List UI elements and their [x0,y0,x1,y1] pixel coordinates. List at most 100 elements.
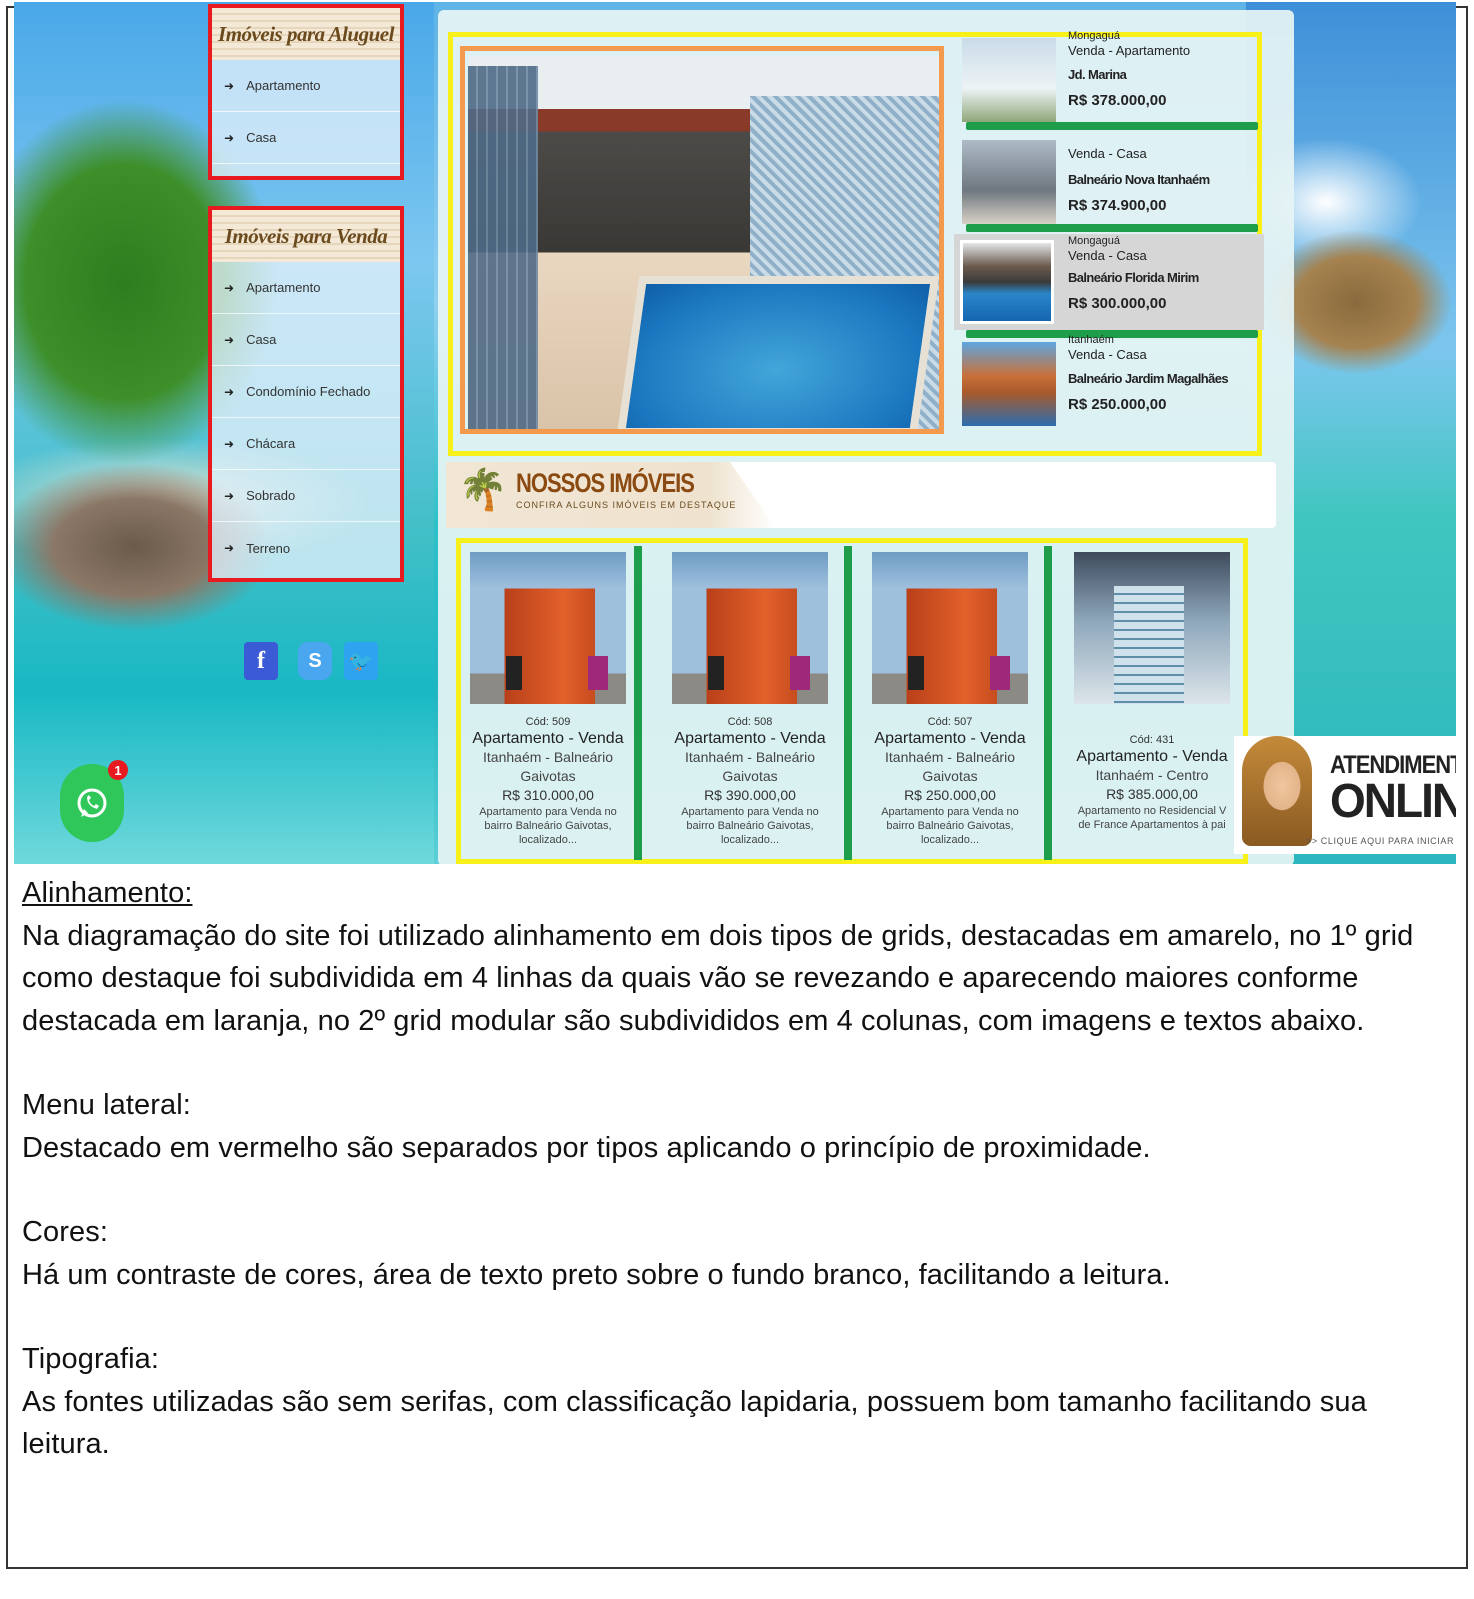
featured-location: Balneário Nova Itanhaém [1068,172,1210,187]
divider-green [966,122,1258,130]
property-code: Cód: 431 [1129,734,1175,746]
featured-price: R$ 374.900,00 [1068,197,1167,214]
paragraph-cores: Há um contraste de cores, área de texto … [22,1258,1171,1291]
paragraph-menu-lateral: Destacado em vermelho são separados por … [22,1131,1151,1164]
main-content: Mongaguá Venda - Apartamento Jd. Marina … [438,10,1294,864]
property-card[interactable]: Cód: 509 Apartamento - Venda Itanhaém - … [460,544,636,862]
nossos-subtitle: CONFIRA ALGUNS IMÓVEIS EM DESTAQUE [516,500,737,510]
featured-type: Venda - Casa [1068,347,1147,362]
divider-green [966,224,1258,232]
menu-sale-item-apartamento[interactable]: ➜ Apartamento [212,262,400,314]
menu-sale-title: Imóveis para Venda [212,210,400,262]
featured-item[interactable]: Venda - Casa Balneário Nova Itanhaém R$ … [958,136,1264,238]
heading-alinhamento: Alinhamento: [22,877,193,909]
online-label: ONLINE [1330,773,1456,828]
menu-sale-item-chacara[interactable]: ➜ Chácara [212,418,400,470]
paragraph-alinhamento: Na diagramação do site foi utilizado ali… [22,919,1414,1037]
featured-price: R$ 378.000,00 [1068,92,1167,109]
featured-price: R$ 300.000,00 [1068,295,1167,312]
twitter-icon[interactable]: 🐦 [344,642,378,680]
featured-type: Venda - Apartamento [1068,43,1191,58]
facebook-icon[interactable]: f [244,642,278,680]
featured-thumb [962,140,1056,224]
menu-item-label: Condomínio Fechado [246,384,371,399]
palm-tree-icon: 🌴 [458,468,508,512]
property-card[interactable]: Cód: 508 Apartamento - Venda Itanhaém - … [662,544,838,862]
property-description: de France Apartamentos à pai [1078,819,1226,831]
menu-item-label: Casa [246,130,277,145]
arrow-right-icon: ➜ [224,541,235,555]
property-location: Gaivotas [722,768,778,784]
menu-rent-title: Imóveis para Aluguel [212,8,400,60]
property-code: Cód: 509 [525,716,571,728]
menu-item-label: Terreno [246,540,291,556]
arrow-right-icon: ➜ [224,436,235,451]
property-description: bairro Balneário Gaivotas, [886,820,1014,832]
menu-sale-item-casa[interactable]: ➜ Casa [212,314,400,366]
menu-item-label: Sobrado [246,488,296,503]
featured-item[interactable]: Mongaguá Venda - Apartamento Jd. Marina … [958,31,1264,136]
divider-green-vertical [844,546,852,860]
property-card[interactable]: Cód: 507 Apartamento - Venda Itanhaém - … [862,544,1038,862]
arrow-right-icon: ➜ [224,332,235,347]
featured-location: Balneário Florida Mirim [1068,270,1199,285]
menu-rent-item-apartamento[interactable]: ➜ Apartamento [212,60,400,112]
atendimento-online-widget[interactable]: ATENDIMENTO ONLINE >> CLIQUE AQUI PARA I… [1234,736,1456,854]
skype-icon[interactable]: S [298,642,332,680]
menu-item-label: Chácara [246,436,296,451]
property-price: R$ 250.000,00 [904,787,996,803]
menu-sale-item-terreno[interactable]: ➜ Terreno [212,522,400,574]
menu-rent-item-casa[interactable]: ➜ Casa [212,112,400,164]
arrow-right-icon: ➜ [224,488,235,503]
featured-location: Balneário Jardim Magalhães [1068,371,1229,386]
heading-cores: Cores: [22,1216,109,1248]
menu-sale-item-sobrado[interactable]: ➜ Sobrado [212,470,400,522]
property-price: R$ 385.000,00 [1106,786,1198,802]
featured-item[interactable]: Itanhaém Venda - Casa Balneário Jardim M… [958,334,1264,440]
support-agent-avatar [1242,736,1312,846]
property-price: R$ 310.000,00 [502,787,594,803]
heading-tipografia: Tipografia: [22,1343,160,1375]
property-location: Gaivotas [520,768,576,784]
property-photo [872,552,1028,704]
property-type: Apartamento - Venda [674,730,826,747]
property-card[interactable]: Cód: 431 Apartamento - Venda Itanhaém - … [1064,544,1240,862]
whatsapp-icon [77,788,107,818]
property-type: Apartamento - Venda [472,730,624,747]
property-description: Apartamento no Residencial V [1077,805,1227,817]
menu-item-label: Apartamento [246,280,321,295]
property-location: Itanhaém - Balneário [885,749,1015,765]
whatsapp-button[interactable]: 1 [60,760,128,842]
property-price: R$ 390.000,00 [704,787,796,803]
property-location: Itanhaém - Centro [1095,767,1209,783]
property-code: Cód: 508 [727,716,773,728]
featured-city: Itanhaém [1068,334,1114,346]
highlight-hero [460,46,944,434]
featured-item-active[interactable]: Mongaguá Venda - Casa Balneário Florida … [954,234,1264,338]
property-location: Gaivotas [922,768,978,784]
featured-location: Jd. Marina [1068,67,1127,82]
menu-sale-item-condominio[interactable]: ➜ Condomínio Fechado [212,366,400,418]
menu-rent-panel: Imóveis para Aluguel ➜ Apartamento ➜ Casa [208,4,404,180]
arrow-right-icon: ➜ [224,78,235,93]
featured-city: Mongaguá [1068,235,1120,247]
property-description: Apartamento para Venda no [881,806,1019,818]
property-photo [1074,552,1230,704]
featured-type: Venda - Casa [1068,248,1147,263]
menu-item-label: Apartamento [246,78,321,93]
notification-badge: 1 [108,760,128,780]
property-description: localizado... [518,834,578,846]
analysis-notes: Alinhamento: Na diagramação do site foi … [22,872,1448,1466]
property-description: localizado... [720,834,780,846]
featured-thumb [960,240,1054,324]
featured-thumb [962,342,1056,426]
property-description: Apartamento para Venda no [479,806,617,818]
nossos-imoveis-banner: 🌴 NOSSOS IMÓVEIS CONFIRA ALGUNS IMÓVEIS … [446,462,1276,528]
nossos-title: NOSSOS IMÓVEIS [516,468,695,498]
arrow-right-icon: ➜ [224,130,235,145]
property-photo [672,552,828,704]
property-description: localizado... [920,834,980,846]
website-screenshot: Imóveis para Aluguel ➜ Apartamento ➜ Casa … [14,2,1456,864]
property-type: Apartamento - Venda [1076,748,1228,765]
divider-green-vertical [1044,546,1052,860]
